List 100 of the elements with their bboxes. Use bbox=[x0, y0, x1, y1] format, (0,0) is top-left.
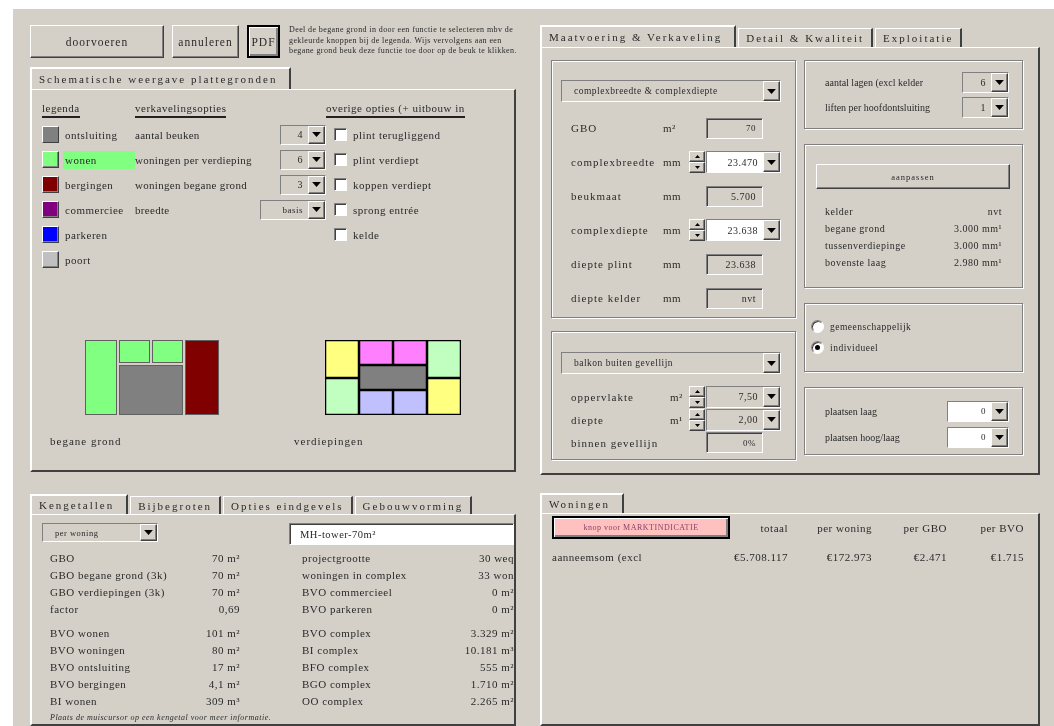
dropdown[interactable]: 3 bbox=[280, 174, 326, 195]
plan-bay[interactable] bbox=[152, 340, 183, 363]
dropdown[interactable]: 0 bbox=[947, 426, 1009, 448]
height-label: begane grond bbox=[825, 223, 886, 234]
unit-label: mm bbox=[663, 156, 683, 168]
plan-bay[interactable] bbox=[119, 340, 150, 363]
tab[interactable]: Bijbegroten bbox=[130, 496, 222, 514]
dropdown[interactable]: per woning bbox=[42, 523, 158, 542]
adjust-button[interactable]: aanpassen bbox=[816, 164, 1010, 189]
apply-button[interactable]: doorvoeren bbox=[30, 25, 164, 58]
market-indication-button[interactable]: knop voor MARKTINDICATIE bbox=[552, 516, 730, 539]
checkbox-label: plint verdiept bbox=[353, 153, 419, 166]
height-label: tussenverdiepinge bbox=[825, 240, 906, 251]
field-label: binnen gevellijn bbox=[571, 436, 660, 449]
checkbox[interactable] bbox=[334, 153, 347, 166]
checkbox[interactable] bbox=[334, 203, 347, 216]
dropdown[interactable]: complexbreedte & complexdiepte bbox=[561, 80, 781, 102]
field-label: plaatsen hoog/laag bbox=[825, 431, 901, 443]
kpi-label: BVO complex bbox=[302, 626, 372, 639]
spin-down-button[interactable] bbox=[689, 419, 705, 431]
field-label: oppervlakte bbox=[571, 390, 635, 403]
number-field: 23.638 bbox=[706, 253, 763, 275]
spin-down-button[interactable] bbox=[689, 230, 705, 241]
up-arrow-icon bbox=[694, 389, 700, 393]
cancel-button[interactable]: annuleren bbox=[172, 25, 239, 58]
radio-button[interactable] bbox=[811, 341, 824, 354]
color-swatch[interactable] bbox=[42, 201, 59, 218]
option-label: woningen begane grond bbox=[135, 178, 248, 191]
kpi-label: BVO woningen bbox=[50, 643, 126, 656]
down-arrow-icon bbox=[694, 400, 700, 404]
option-label: breedte bbox=[135, 203, 171, 216]
project-name-field[interactable]: MH-tower-70m² bbox=[289, 523, 514, 545]
kpi-value: 70 m² bbox=[211, 551, 240, 564]
unit-label: mm bbox=[663, 258, 683, 270]
hint-text: Plaats de muiscursor op een kengetal voor meer informatie. bbox=[49, 713, 273, 722]
kpi-value: 0 m² bbox=[491, 585, 514, 598]
dropdown[interactable]: balkon buiten gevellijn bbox=[561, 352, 781, 374]
tab[interactable]: Schematische weergave plattegronden bbox=[30, 67, 292, 89]
up-arrow-icon bbox=[694, 155, 700, 158]
legend-label: ontsluiting bbox=[64, 127, 119, 143]
number-field[interactable]: 23.470 bbox=[706, 151, 781, 173]
spin-up-button[interactable] bbox=[689, 408, 705, 420]
dropdown-arrow-icon bbox=[995, 80, 1004, 85]
dropdown[interactable]: 6 bbox=[280, 149, 326, 170]
spin-up-button[interactable] bbox=[689, 385, 705, 397]
spin-up-button[interactable] bbox=[689, 151, 705, 162]
tab[interactable]: Maatvoering & Verkaveling bbox=[540, 25, 737, 47]
color-swatch[interactable] bbox=[42, 176, 59, 193]
pdf-button[interactable]: PDF bbox=[247, 25, 280, 58]
kpi-label: BVO parkeren bbox=[302, 602, 373, 615]
checkbox[interactable] bbox=[334, 178, 347, 191]
kpi-value: 10.181 m³ bbox=[464, 643, 514, 656]
field-label: complexdiepte bbox=[571, 224, 650, 236]
kpi-value: 4,1 m² bbox=[208, 677, 240, 690]
tab[interactable]: Kengetallen bbox=[30, 494, 129, 514]
kpi-value: 80 m² bbox=[211, 643, 240, 656]
color-swatch[interactable] bbox=[42, 251, 59, 268]
column-heading: verkavelingsopties bbox=[135, 102, 227, 118]
color-swatch[interactable] bbox=[42, 151, 59, 168]
dropdown[interactable]: 4 bbox=[280, 124, 326, 145]
dropdown[interactable]: basis bbox=[260, 199, 326, 220]
dropdown-arrow-icon bbox=[767, 360, 776, 366]
plan-label: begane grond bbox=[50, 435, 122, 447]
table-cell-text: €1.715 bbox=[989, 551, 1024, 563]
height-value: 3.000 mm¹ bbox=[953, 240, 1002, 251]
checkbox[interactable] bbox=[334, 228, 347, 241]
height-value: 2.980 mm¹ bbox=[953, 257, 1002, 268]
unit-label: mm bbox=[663, 190, 683, 202]
tab[interactable]: Exploitatie bbox=[875, 28, 963, 47]
column-header: per woning bbox=[816, 521, 872, 534]
number-field[interactable]: 23.638 bbox=[706, 219, 781, 241]
field-label: complexbreedte bbox=[571, 156, 657, 168]
dropdown-arrow-icon bbox=[312, 132, 321, 137]
tab[interactable]: Detail & Kwaliteit bbox=[738, 28, 874, 47]
kpi-value: 33 won bbox=[478, 568, 514, 581]
field-label: diepte kelder bbox=[571, 292, 643, 304]
kpi-value: 70 m² bbox=[211, 585, 240, 598]
radio-button[interactable] bbox=[811, 320, 824, 333]
dropdown[interactable]: 0 bbox=[947, 400, 1009, 422]
tab[interactable]: Woningen bbox=[540, 493, 624, 513]
tab[interactable]: Gebouwvorming bbox=[354, 496, 473, 514]
column-heading: overige opties (+ uitbouw in bbox=[326, 102, 465, 118]
radio-label: gemeenschappelijk bbox=[830, 321, 912, 332]
tab[interactable]: Opties eindgevels bbox=[223, 496, 353, 514]
column-header: totaal bbox=[759, 521, 788, 534]
option-label: woningen per verdieping bbox=[135, 153, 253, 166]
spin-down-button[interactable] bbox=[689, 162, 705, 173]
spin-down-button[interactable] bbox=[689, 396, 705, 408]
kpi-label: GBO bbox=[50, 551, 75, 564]
color-swatch[interactable] bbox=[42, 226, 59, 243]
up-arrow-icon bbox=[694, 223, 700, 226]
color-swatch[interactable] bbox=[42, 126, 59, 143]
plan-bay[interactable] bbox=[85, 340, 117, 415]
kpi-label: projectgrootte bbox=[302, 551, 371, 564]
kpi-value: 555 m² bbox=[479, 660, 514, 673]
up-arrow-icon bbox=[694, 412, 700, 416]
column-header: per GBO bbox=[902, 521, 947, 534]
table-cell-text: €172.973 bbox=[825, 551, 872, 563]
spin-up-button[interactable] bbox=[689, 219, 705, 230]
checkbox[interactable] bbox=[334, 128, 347, 141]
